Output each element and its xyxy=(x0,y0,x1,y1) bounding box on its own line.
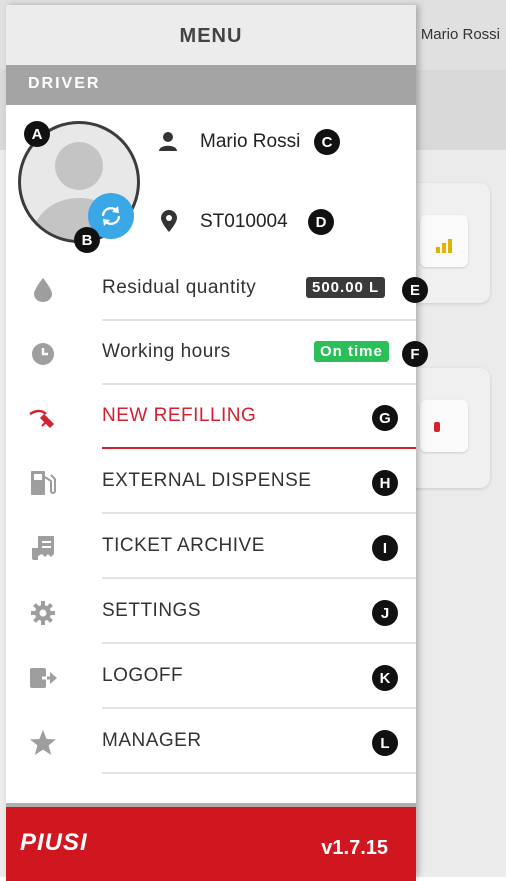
badge-f: F xyxy=(402,341,428,367)
logout-icon xyxy=(28,663,58,693)
menu-header: MENU xyxy=(6,5,416,65)
menu-item-ticket-archive[interactable]: TICKET ARCHIVE I xyxy=(6,515,416,579)
badge-l: L xyxy=(372,730,398,756)
driver-section-header: DRIVER xyxy=(6,65,416,105)
menu-item-label: LOGOFF xyxy=(102,665,184,686)
side-menu-drawer: MENU DRIVER A B Mario Rossi C ST010004 D xyxy=(6,5,428,881)
app-version: v1.7.15 xyxy=(321,837,388,859)
location-pin-icon xyxy=(161,210,177,232)
menu-item-settings[interactable]: SETTINGS J xyxy=(6,580,416,644)
menu-title: MENU xyxy=(179,25,243,47)
refresh-icon xyxy=(101,206,121,226)
clock-icon xyxy=(28,339,58,369)
gear-icon xyxy=(28,598,58,628)
badge-i: I xyxy=(372,535,398,561)
menu-item-label: NEW REFILLING xyxy=(102,405,257,426)
separator xyxy=(102,577,416,579)
background-username: Mario Rossi xyxy=(420,26,500,43)
working-hours-label: Working hours xyxy=(102,341,231,362)
menu-item-new-refilling[interactable]: NEW REFILLING G xyxy=(6,385,416,449)
separator xyxy=(102,707,416,709)
menu-item-manager[interactable]: MANAGER L xyxy=(6,710,416,774)
piusi-logo: PIUSI xyxy=(20,829,88,856)
working-hours-status: On time xyxy=(314,341,389,362)
badge-e: E xyxy=(402,277,428,303)
fuel-nozzle-icon xyxy=(28,403,58,433)
drop-icon xyxy=(28,275,58,305)
receipt-icon xyxy=(28,533,58,563)
menu-footer: PIUSI v1.7.15 xyxy=(6,803,416,881)
badge-g: G xyxy=(372,405,398,431)
menu-item-external-dispense[interactable]: EXTERNAL DISPENSE H xyxy=(6,450,416,514)
badge-k: K xyxy=(372,665,398,691)
person-icon xyxy=(159,132,177,151)
driver-id: ST010004 xyxy=(200,211,288,232)
residual-quantity-value: 500.00 L xyxy=(306,277,386,298)
badge-a: A xyxy=(24,121,50,147)
menu-item-label: TICKET ARCHIVE xyxy=(102,535,265,556)
residual-quantity-row: Residual quantity 500.00 L E xyxy=(6,257,428,321)
badge-j: J xyxy=(372,600,398,626)
menu-item-label: EXTERNAL DISPENSE xyxy=(102,470,312,491)
signal-bars-icon xyxy=(436,239,452,253)
menu-item-label: MANAGER xyxy=(102,730,202,751)
fuel-pump-icon xyxy=(28,468,58,498)
driver-section-label: DRIVER xyxy=(28,75,101,92)
separator xyxy=(102,447,416,449)
separator xyxy=(102,642,416,644)
star-icon xyxy=(28,728,58,758)
alert-mark-icon xyxy=(434,422,440,432)
menu-item-label: SETTINGS xyxy=(102,600,202,621)
separator xyxy=(102,512,416,514)
badge-c: C xyxy=(314,129,340,155)
badge-b: B xyxy=(74,227,100,253)
separator xyxy=(102,772,416,774)
badge-d: D xyxy=(308,209,334,235)
residual-quantity-label: Residual quantity xyxy=(102,277,257,298)
working-hours-row: Working hours On time F xyxy=(6,321,428,385)
badge-h: H xyxy=(372,470,398,496)
driver-name: Mario Rossi xyxy=(200,131,301,152)
menu-item-logoff[interactable]: LOGOFF K xyxy=(6,645,416,709)
